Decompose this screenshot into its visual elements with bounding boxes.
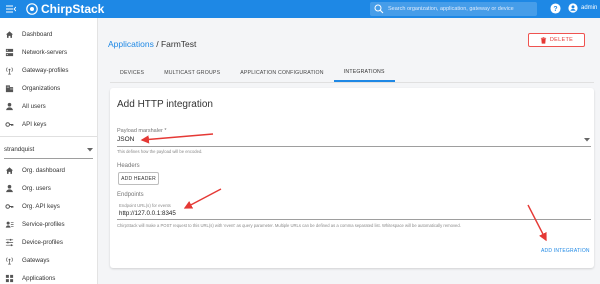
sidebar-item-service-profiles[interactable]: Service-profiles: [0, 215, 97, 233]
sidebar-item-org-dashboard[interactable]: Org. dashboard: [0, 161, 97, 179]
sidebar-item-org-api-keys[interactable]: Org. API keys: [0, 197, 97, 215]
sidebar-item-gateway-profiles[interactable]: Gateway-profiles: [0, 61, 97, 79]
search-input[interactable]: [388, 6, 533, 12]
endpoint-url-value: http://127.0.0.1:8345: [119, 210, 176, 217]
tab-label: APPLICATION CONFIGURATION: [240, 69, 324, 76]
breadcrumb-current: FarmTest: [160, 39, 197, 49]
svg-text:?: ?: [553, 6, 557, 13]
sidebar-item-device-profiles[interactable]: Device-profiles: [0, 233, 97, 251]
sidebar: Dashboard Network-servers Gateway-profil…: [0, 18, 98, 284]
chirpstack-logo-icon: [26, 3, 38, 15]
sidebar-item-label: Applications: [22, 274, 56, 282]
http-integration-form: Add HTTP integration Payload marshaler *…: [110, 88, 594, 268]
endpoint-url-input[interactable]: [117, 208, 591, 220]
sidebar-item-label: Gateways: [22, 256, 50, 264]
breadcrumb-link-applications[interactable]: Applications: [108, 39, 154, 49]
sidebar-item-dashboard[interactable]: Dashboard: [0, 25, 97, 43]
chevron-down-icon[interactable]: [584, 138, 590, 142]
user-name: admin: [581, 5, 598, 11]
application-tabs: DEVICES MULTICAST GROUPS APPLICATION CON…: [110, 63, 594, 83]
tab-devices[interactable]: DEVICES: [110, 63, 154, 82]
sidebar-item-label: Network-servers: [22, 48, 68, 56]
person-icon: [4, 101, 14, 111]
tune-icon: [4, 237, 14, 247]
sidebar-item-applications[interactable]: Applications: [0, 269, 97, 284]
add-header-button-label: ADD HEADER: [121, 175, 156, 182]
domain-icon: [4, 83, 14, 93]
home-icon: [4, 29, 14, 39]
help-icon[interactable]: ?: [550, 3, 561, 14]
tab-label: MULTICAST GROUPS: [164, 69, 221, 76]
key-icon: [4, 201, 14, 211]
delete-button-label: DELETE: [549, 37, 574, 43]
sidebar-item-label: Device-profiles: [22, 238, 63, 246]
app-logo[interactable]: ChirpStack: [26, 2, 104, 16]
headers-label: Headers: [117, 163, 140, 169]
sidebar-item-label: Org. API keys: [22, 202, 60, 210]
person-icon: [4, 183, 14, 193]
sidebar-divider: [0, 136, 97, 137]
home-icon: [4, 165, 14, 175]
sidebar-item-gateways[interactable]: Gateways: [0, 251, 97, 269]
sidebar-item-label: Org. dashboard: [22, 166, 65, 174]
organization-select-value: strandquist: [4, 146, 35, 153]
tab-label: DEVICES: [120, 69, 145, 76]
sidebar-item-label: Service-profiles: [22, 220, 65, 228]
radio-tower-icon: [4, 65, 14, 75]
sidebar-item-api-keys[interactable]: API keys: [0, 115, 97, 133]
sidebar-item-label: Organizations: [22, 84, 61, 92]
tab-multicast-groups[interactable]: MULTICAST GROUPS: [154, 63, 230, 82]
add-integration-button-label: ADD INTEGRATION: [541, 248, 590, 254]
user-menu[interactable]: admin: [568, 3, 597, 13]
payload-marshaler-value: JSON: [117, 136, 135, 143]
apps-icon: [4, 273, 14, 283]
server-icon: [4, 47, 14, 57]
sidebar-item-network-servers[interactable]: Network-servers: [0, 43, 97, 61]
menu-collapse-icon[interactable]: [4, 0, 18, 18]
account-details-icon: [4, 219, 14, 229]
endpoints-label: Endpoints: [117, 192, 144, 198]
sidebar-item-label: All users: [22, 102, 46, 110]
payload-marshaler-select[interactable]: [117, 135, 591, 147]
trash-icon: [540, 36, 547, 44]
form-title: Add HTTP integration: [117, 99, 213, 110]
add-integration-button[interactable]: ADD INTEGRATION: [541, 248, 590, 254]
sidebar-item-label: Dashboard: [22, 30, 53, 38]
organization-select[interactable]: strandquist: [4, 141, 93, 159]
breadcrumb: Applications / FarmTest: [108, 39, 196, 49]
add-header-button[interactable]: ADD HEADER: [118, 172, 159, 185]
endpoint-url-helper: ChirpStack will make a POST request to t…: [117, 223, 461, 228]
sidebar-item-org-users[interactable]: Org. users: [0, 179, 97, 197]
sidebar-item-label: API keys: [22, 120, 47, 128]
account-circle-icon: [568, 3, 578, 13]
app-bar: ChirpStack ? admin: [0, 0, 600, 18]
chevron-down-icon: [87, 147, 93, 151]
tab-label: INTEGRATIONS: [343, 68, 385, 75]
search-icon: [374, 4, 384, 14]
sidebar-item-organizations[interactable]: Organizations: [0, 79, 97, 97]
tab-application-configuration[interactable]: APPLICATION CONFIGURATION: [230, 63, 334, 82]
sidebar-item-label: Gateway-profiles: [22, 66, 69, 74]
radio-tower-icon: [4, 255, 14, 265]
breadcrumb-separator: /: [156, 39, 159, 49]
sidebar-item-all-users[interactable]: All users: [0, 97, 97, 115]
global-search[interactable]: [370, 2, 537, 16]
key-icon: [4, 119, 14, 129]
app-name: ChirpStack: [41, 2, 105, 16]
delete-button[interactable]: DELETE: [528, 33, 585, 47]
payload-marshaler-label: Payload marshaler *: [117, 128, 167, 134]
payload-marshaler-helper: This defines how the payload will be enc…: [117, 149, 203, 154]
tab-integrations[interactable]: INTEGRATIONS: [333, 63, 395, 82]
sidebar-item-label: Org. users: [22, 184, 51, 192]
